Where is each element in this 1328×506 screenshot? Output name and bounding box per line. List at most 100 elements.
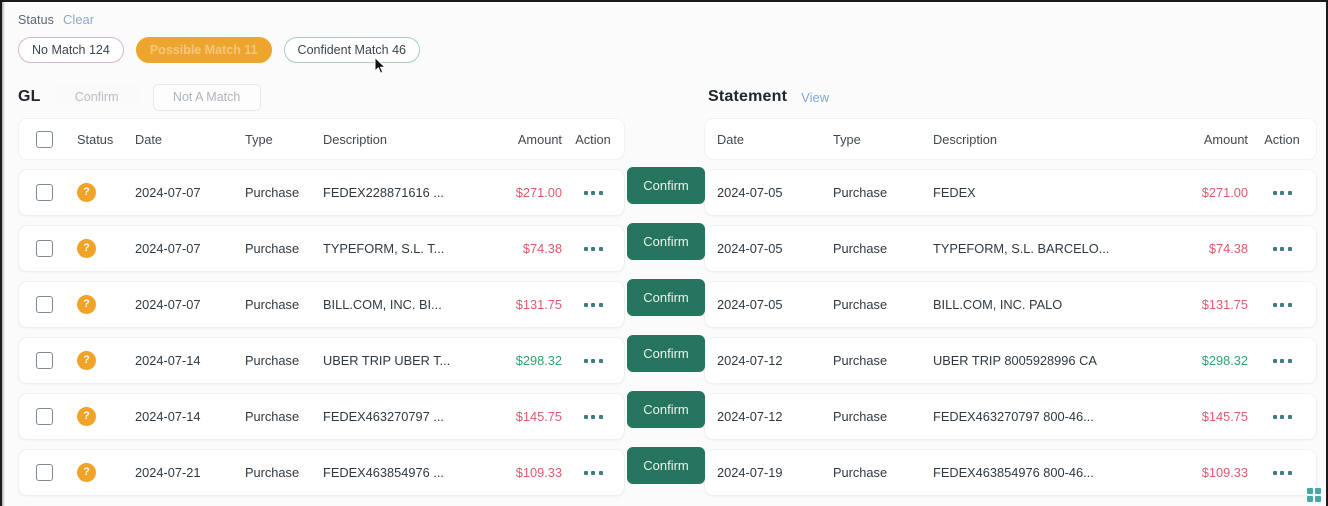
possible-match-question-icon[interactable]: ?: [77, 183, 96, 202]
gl-panel-title: GL: [18, 88, 41, 105]
match-confirm-column: Confirm Confirm Confirm Confirm Confirm Confi…: [627, 167, 711, 503]
statement-row-date: 2024-07-05: [717, 241, 783, 256]
gl-confirm-button[interactable]: Confirm: [54, 83, 139, 111]
gl-row-checkbox[interactable]: [35, 464, 53, 481]
gl-row-checkbox[interactable]: [35, 296, 53, 313]
statement-col-date: Date: [717, 131, 745, 147]
statement-row-description: TYPEFORM, S.L. BARCELO...: [933, 241, 1110, 256]
gl-row-checkbox[interactable]: [35, 352, 53, 369]
statement-table-row[interactable]: 2024-07-05 Purchase FEDEX $271.00: [704, 169, 1317, 216]
statement-view-link[interactable]: View: [801, 90, 829, 105]
gl-panel-header: GL Confirm Not A Match: [2, 80, 642, 114]
row-confirm-match-button[interactable]: Confirm: [627, 223, 705, 260]
gl-row-select-cell: [19, 184, 69, 201]
statement-table-row[interactable]: 2024-07-05 Purchase BILL.COM, INC. PALO $13…: [704, 281, 1317, 328]
statement-panel-header: Statement View: [692, 80, 1326, 114]
gl-table-row[interactable]: ? 2024-07-21 Purchase FEDEX463854976 ... $10…: [18, 449, 625, 496]
gl-row-amount: $145.75: [515, 409, 562, 424]
gl-col-status: Status: [77, 131, 114, 147]
gl-row-description: FEDEX463854976 ...: [323, 465, 444, 480]
row-confirm-match-button[interactable]: Confirm: [627, 391, 705, 428]
row-confirm-match-button[interactable]: Confirm: [627, 279, 705, 316]
gl-select-all-checkbox[interactable]: [35, 130, 53, 148]
statement-panel-title: Statement: [708, 88, 788, 105]
statement-row-more-actions-icon[interactable]: [1270, 297, 1295, 313]
statement-row-more-actions-icon[interactable]: [1270, 353, 1295, 369]
statement-row-more-actions-icon[interactable]: [1270, 185, 1295, 201]
statement-col-type: Type: [833, 131, 861, 147]
statement-row-description: BILL.COM, INC. PALO: [933, 297, 1063, 312]
gl-row-more-actions-icon[interactable]: [581, 297, 606, 313]
chip-confident-match[interactable]: Confident Match 46: [283, 37, 420, 63]
possible-match-question-icon[interactable]: ?: [77, 295, 96, 314]
reconciliation-screen: Status Clear No Match 124 Possible Match…: [0, 0, 1328, 506]
gl-table-row[interactable]: ? 2024-07-07 Purchase FEDEX228871616 ... $27…: [18, 169, 625, 216]
row-confirm-match-button[interactable]: Confirm: [627, 167, 705, 204]
row-confirm-match-button[interactable]: Confirm: [627, 335, 705, 372]
gl-row-more-actions-icon[interactable]: [581, 185, 606, 201]
gl-row-amount: $298.32: [515, 353, 562, 368]
gl-row-status-cell: ?: [69, 351, 135, 370]
gl-col-type: Type: [245, 131, 273, 147]
statement-table-row[interactable]: 2024-07-05 Purchase TYPEFORM, S.L. BARCELO…: [704, 225, 1317, 272]
statement-row-action-cell: [1248, 297, 1316, 313]
statement-row-description: FEDEX463854976 800-46...: [933, 465, 1094, 480]
gl-table-row[interactable]: ? 2024-07-14 Purchase UBER TRIP UBER T... $2…: [18, 337, 625, 384]
gl-col-date: Date: [135, 131, 163, 147]
statement-row-action-cell: [1248, 409, 1316, 425]
gl-not-a-match-button[interactable]: Not A Match: [152, 83, 261, 111]
statement-row-action-cell: [1248, 353, 1316, 369]
statement-row-more-actions-icon[interactable]: [1270, 241, 1295, 257]
gl-col-amount: Amount: [517, 131, 562, 147]
gl-row-more-actions-icon[interactable]: [581, 241, 606, 257]
statement-row-action-cell: [1248, 185, 1316, 201]
statement-row-more-actions-icon[interactable]: [1270, 465, 1295, 481]
gl-row-more-actions-icon[interactable]: [581, 465, 606, 481]
possible-match-question-icon[interactable]: ?: [77, 239, 96, 258]
possible-match-question-icon[interactable]: ?: [77, 407, 96, 426]
statement-row-amount: $74.38: [1208, 241, 1248, 256]
gl-panel: GL Confirm Not A Match Status Date Type …: [2, 80, 642, 505]
chip-possible-match[interactable]: Possible Match 11: [135, 37, 272, 63]
chip-no-match[interactable]: No Match 124: [18, 37, 124, 63]
gl-table: Status Date Type Description Amount Acti…: [2, 118, 642, 496]
chip-possible-match-label: Possible Match: [149, 43, 241, 57]
clear-filters-link[interactable]: Clear: [63, 12, 94, 27]
statement-table-row[interactable]: 2024-07-12 Purchase FEDEX463270797 800-46.…: [704, 393, 1317, 440]
gl-row-checkbox[interactable]: [35, 408, 53, 425]
gl-row-more-actions-icon[interactable]: [581, 353, 606, 369]
statement-row-more-actions-icon[interactable]: [1270, 409, 1295, 425]
gl-col-description: Description: [323, 131, 388, 147]
row-confirm-match-button[interactable]: Confirm: [627, 447, 705, 484]
possible-match-question-icon[interactable]: ?: [77, 351, 96, 370]
gl-row-checkbox[interactable]: [35, 184, 53, 201]
gl-table-row[interactable]: ? 2024-07-07 Purchase BILL.COM, INC. BI... $…: [18, 281, 625, 328]
gl-row-description: FEDEX463270797 ...: [323, 409, 444, 424]
statement-row-type: Purchase: [833, 185, 888, 200]
possible-match-question-icon[interactable]: ?: [77, 463, 96, 482]
statement-table-row[interactable]: 2024-07-12 Purchase UBER TRIP 8005928996 C…: [704, 337, 1317, 384]
gl-row-more-actions-icon[interactable]: [581, 409, 606, 425]
gl-row-date: 2024-07-07: [135, 297, 201, 312]
statement-table: Date Type Description Amount Action 2024…: [692, 118, 1326, 496]
statement-row-type: Purchase: [833, 241, 888, 256]
gl-row-select-cell: [19, 352, 69, 369]
statement-row-list: 2024-07-05 Purchase FEDEX $271.00 2024-07-05…: [692, 169, 1326, 496]
gl-table-row[interactable]: ? 2024-07-14 Purchase FEDEX463270797 ... $14…: [18, 393, 625, 440]
gl-row-status-cell: ?: [69, 463, 135, 482]
gl-row-checkbox[interactable]: [35, 240, 53, 257]
gl-row-date: 2024-07-07: [135, 241, 201, 256]
statement-col-amount: Amount: [1203, 131, 1248, 147]
statement-row-amount: $145.75: [1201, 409, 1248, 424]
window-resize-handle-icon[interactable]: [1307, 488, 1321, 502]
gl-table-row[interactable]: ? 2024-07-07 Purchase TYPEFORM, S.L. T... $7…: [18, 225, 625, 272]
statement-row-action-cell: [1248, 241, 1316, 257]
status-filter-label: Status: [18, 13, 55, 27]
statement-table-row[interactable]: 2024-07-19 Purchase FEDEX463854976 800-46.…: [704, 449, 1317, 496]
statement-row-amount: $298.32: [1201, 353, 1248, 368]
statement-row-description: FEDEX463270797 800-46...: [933, 409, 1094, 424]
gl-row-description: BILL.COM, INC. BI...: [323, 297, 442, 312]
statement-panel: Statement View Date Type Description Amo…: [692, 80, 1326, 505]
statement-row-date: 2024-07-12: [717, 353, 783, 368]
chip-possible-match-count: 11: [244, 43, 258, 57]
